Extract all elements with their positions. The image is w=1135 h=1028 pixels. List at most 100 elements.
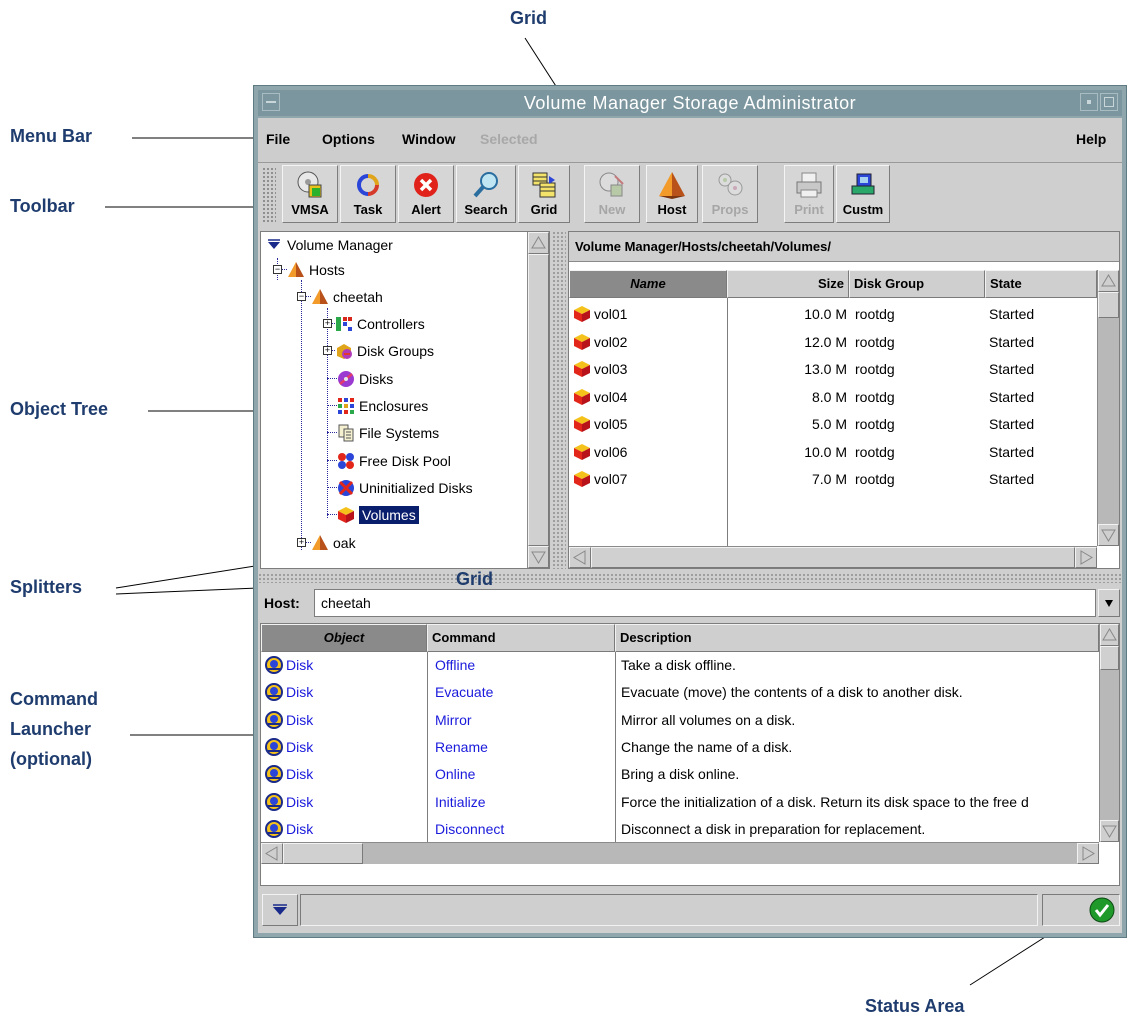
launcher-cell-object[interactable]: Disk: [286, 794, 313, 810]
minimize-button[interactable]: [1080, 93, 1098, 111]
toolbar-button-task[interactable]: Task: [340, 165, 396, 223]
grid-cell-disk-group: rootdg: [855, 388, 895, 405]
toolbar-button-search[interactable]: Search: [456, 165, 516, 223]
launcher-cell-object[interactable]: Disk: [286, 684, 313, 700]
grid-header-state[interactable]: State: [985, 270, 1097, 298]
scroll-thumb[interactable]: [1098, 292, 1119, 318]
grid-cell-disk-group: rootdg: [855, 306, 895, 322]
arrow-left-icon: [573, 550, 586, 565]
launcher-cell-command[interactable]: Offline: [435, 652, 475, 679]
custom-icon: [851, 173, 875, 195]
scroll-up-button[interactable]: [1098, 270, 1119, 292]
scroll-up-button[interactable]: [528, 232, 549, 254]
volume-icon: [574, 416, 590, 432]
scroll-thumb[interactable]: [591, 547, 1075, 568]
menu-file[interactable]: File: [266, 131, 290, 147]
launcher-cell-object[interactable]: Disk: [286, 657, 313, 673]
launcher-header-object[interactable]: Object: [261, 624, 427, 652]
print-icon: [796, 172, 822, 198]
host-field[interactable]: cheetah: [314, 589, 1096, 617]
launcher-cell-command[interactable]: Initialize: [435, 789, 486, 816]
scroll-left-button[interactable]: [569, 547, 591, 568]
launcher-vertical-scrollbar[interactable]: [1099, 624, 1119, 842]
tree-vertical-scrollbar[interactable]: [527, 232, 549, 568]
launcher-cell-command[interactable]: Online: [435, 761, 475, 788]
menu-help[interactable]: Help: [1076, 131, 1106, 147]
status-ok-icon[interactable]: [1089, 897, 1115, 923]
launcher-horizontal-scrollbar[interactable]: [261, 842, 1099, 864]
tree-item-file-systems[interactable]: File Systems: [337, 422, 439, 444]
tree-item-controllers[interactable]: Controllers: [335, 313, 425, 335]
scroll-down-button[interactable]: [1100, 820, 1119, 842]
grid-horizontal-scrollbar[interactable]: [569, 546, 1097, 568]
tree-item-volumes[interactable]: Volumes: [337, 504, 419, 526]
toolbar-label-grid: Grid: [530, 202, 558, 217]
disk-object-icon: [265, 683, 283, 702]
scroll-thumb[interactable]: [528, 254, 549, 546]
scroll-up-button[interactable]: [1100, 624, 1119, 646]
toolbar-button-new[interactable]: New: [584, 165, 640, 223]
status-toggle-button[interactable]: [262, 894, 298, 926]
launcher-header-description[interactable]: Description: [615, 624, 1099, 652]
scroll-down-button[interactable]: [528, 546, 549, 568]
object-tree: Volume Manager − Hosts − cheetah + Contr…: [260, 231, 550, 569]
horizontal-splitter[interactable]: [258, 573, 1122, 583]
tree-expander-cheetah[interactable]: −: [297, 292, 306, 301]
scroll-right-button[interactable]: [1077, 843, 1099, 864]
vertical-splitter[interactable]: [552, 231, 566, 569]
launcher-cell-command[interactable]: Evacuate: [435, 679, 493, 706]
grid-cell-disk-group: rootdg: [855, 471, 895, 487]
tree-item-cheetah[interactable]: cheetah: [311, 286, 383, 308]
menu-selected[interactable]: Selected: [480, 131, 538, 147]
launcher-cell-object[interactable]: Disk: [286, 739, 313, 755]
tree-item-oak[interactable]: oak: [311, 532, 356, 554]
host-dropdown-button[interactable]: [1098, 589, 1120, 617]
menu-window[interactable]: Window: [402, 131, 456, 147]
scroll-thumb[interactable]: [1100, 646, 1119, 670]
tree-item-enclosures[interactable]: Enclosures: [337, 395, 428, 417]
scroll-right-button[interactable]: [1075, 547, 1097, 568]
tree-item-volume-manager[interactable]: Volume Manager: [265, 234, 393, 256]
toolbar-button-grid[interactable]: Grid: [518, 165, 570, 223]
tree-item-hosts[interactable]: Hosts: [287, 259, 345, 281]
tree-label-file-systems: File Systems: [359, 425, 440, 441]
tree-item-uninitialized-disks[interactable]: Uninitialized Disks: [337, 477, 473, 499]
launcher-cell-object[interactable]: Disk: [286, 712, 313, 728]
toolbar-button-host[interactable]: Host: [646, 165, 698, 223]
tree-expander-oak[interactable]: +: [297, 538, 306, 547]
grid-cell-name: vol06: [594, 443, 628, 460]
scroll-down-button[interactable]: [1098, 524, 1119, 546]
launcher-header-command[interactable]: Command: [427, 624, 615, 652]
toolbar-button-alert[interactable]: Alert: [398, 165, 454, 223]
grid-vertical-scrollbar[interactable]: [1097, 270, 1119, 546]
toolbar-button-custm[interactable]: Custm: [836, 165, 890, 223]
grid-header-size[interactable]: Size: [727, 270, 849, 298]
tree-item-disks[interactable]: Disks: [337, 368, 393, 390]
grid-header-name[interactable]: Name: [569, 270, 727, 298]
grid-cell-state: Started: [989, 388, 1035, 405]
toolbar-button-print[interactable]: Print: [784, 165, 834, 223]
scroll-thumb[interactable]: [283, 843, 363, 864]
tree-item-disk-groups[interactable]: Disk Groups: [335, 340, 434, 362]
toolbar-button-props[interactable]: Props: [702, 165, 758, 223]
tree-expander-disk-groups[interactable]: +: [323, 346, 332, 355]
tree-item-free-disk-pool[interactable]: Free Disk Pool: [337, 450, 451, 472]
launcher-cell-command[interactable]: Disconnect: [435, 816, 504, 843]
tree-expander-hosts[interactable]: −: [273, 265, 282, 274]
grid-header-disk-group[interactable]: Disk Group: [849, 270, 985, 298]
task-icon: [357, 174, 379, 196]
tree-expander-controllers[interactable]: +: [323, 319, 332, 328]
launcher-cell-object[interactable]: Disk: [286, 766, 313, 782]
toolbar-button-vmsa[interactable]: VMSA: [282, 165, 338, 223]
callout-toolbar: Toolbar: [10, 196, 75, 216]
toolbar-grip[interactable]: [262, 167, 276, 223]
menu-options[interactable]: Options: [322, 131, 375, 147]
scroll-left-button[interactable]: [261, 843, 283, 864]
status-bar: [258, 888, 1122, 932]
title-bar[interactable]: Volume Manager Storage Administrator: [258, 90, 1122, 116]
launcher-cell-command[interactable]: Mirror: [435, 707, 472, 734]
launcher-cell-object[interactable]: Disk: [286, 821, 313, 837]
controller-icon: [336, 317, 352, 331]
maximize-button[interactable]: [1100, 93, 1118, 111]
launcher-cell-command[interactable]: Rename: [435, 734, 488, 761]
